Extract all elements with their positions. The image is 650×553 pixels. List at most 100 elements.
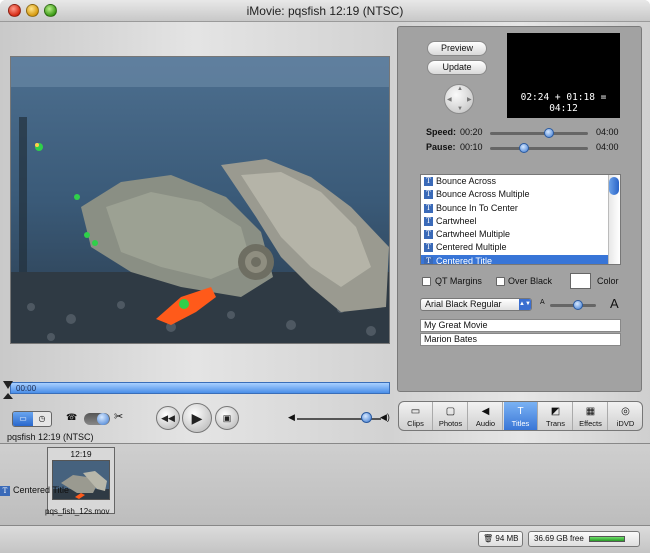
tab-label: Clips <box>407 419 424 428</box>
arrow-left-icon[interactable]: ◀ <box>447 96 452 103</box>
titles-editor-panel: Preview Update 02:24 + 01:18 = 04:12 ▲ ▼… <box>397 26 642 392</box>
title-t-icon: T <box>424 216 433 226</box>
clip-view-icon[interactable]: ▭ <box>13 412 33 426</box>
title-t-icon: T <box>424 203 433 213</box>
title-list-item-label: Bounce In To Center <box>436 202 518 213</box>
title-t-icon: T <box>424 256 433 264</box>
font-select-value: Arial Black Regular <box>425 299 502 309</box>
size-small-icon: A <box>540 299 545 306</box>
title-t-icon: T <box>424 243 433 253</box>
tab-clips[interactable]: ▭ Clips <box>399 402 433 430</box>
rewind-icon: ◀◀ <box>161 413 175 423</box>
view-mode-toggle[interactable]: ▭ ◷ <box>12 411 52 427</box>
title-list-item-label: Cartwheel Multiple <box>436 229 511 240</box>
effects-icon: ▦ <box>585 406 596 417</box>
speed-label: Speed: <box>426 127 457 137</box>
transitions-icon: ◩ <box>550 406 561 417</box>
project-label: pqsfish 12:19 (NTSC) <box>7 432 94 442</box>
rewind-button[interactable]: ◀◀ <box>156 406 180 430</box>
clip-name: pqs_fish_12s.mov <box>45 507 110 516</box>
trash-button[interactable]: 🗑 94 MB <box>478 531 523 547</box>
tab-label: Titles <box>511 419 530 428</box>
tab-label: Effects <box>579 419 602 428</box>
title-line-2-field[interactable]: Marion Bates <box>420 333 621 346</box>
audio-icon: ◀ <box>481 406 490 417</box>
title-list-item[interactable]: T Bounce Across Multiple <box>421 188 620 201</box>
title-list-item[interactable]: T Cartwheel <box>421 215 620 228</box>
list-scroll-thumb[interactable] <box>609 177 619 195</box>
list-scrollbar[interactable] <box>608 175 620 264</box>
tab-label: Trans <box>546 419 565 428</box>
play-icon: ▶ <box>191 410 203 426</box>
color-well[interactable] <box>570 273 591 289</box>
title-list-item[interactable]: T Centered Multiple <box>421 241 620 254</box>
fullscreen-play-button[interactable]: ▣ <box>215 406 239 430</box>
direction-pad[interactable]: ▲ ▼ ◀ ▶ <box>444 84 474 114</box>
volume-low-icon: ◀ <box>288 412 295 422</box>
pause-value: 00:10 <box>460 142 483 152</box>
photos-icon: ▢ <box>445 406 456 417</box>
tab-titles[interactable]: T Titles <box>504 402 538 430</box>
qt-margins-checkbox[interactable] <box>422 277 431 286</box>
tab-idvd[interactable]: ◎ iDVD <box>609 402 642 430</box>
title-t-icon: T <box>424 190 433 200</box>
title-list-item[interactable]: T Bounce Across <box>421 175 620 188</box>
title-list-item[interactable]: T Bounce In To Center <box>421 202 620 215</box>
tab-audio[interactable]: ◀ Audio <box>469 402 503 430</box>
tab-label: iDVD <box>616 419 635 428</box>
speed-row: Speed: 00:20 04:00 <box>398 126 643 140</box>
free-space-bar <box>589 536 625 542</box>
size-large-icon: A <box>610 296 619 311</box>
title-t-icon: T <box>0 486 10 496</box>
arrow-up-icon[interactable]: ▲ <box>457 86 463 92</box>
preview-button[interactable]: Preview <box>427 41 487 56</box>
title-list-item[interactable]: T Cartwheel Multiple <box>421 228 620 241</box>
titles-icon: T <box>517 406 524 417</box>
font-select[interactable]: Arial Black Regular ▲▼ <box>420 298 532 311</box>
tab-label: Photos <box>438 419 463 428</box>
speed-slider-knob[interactable] <box>543 128 554 138</box>
title-t-icon: T <box>424 177 433 186</box>
over-black-label: Over Black <box>508 276 553 286</box>
title-bar: iMovie: pqsfish 12:19 (NTSC) <box>0 0 650 22</box>
title-t-icon: T <box>424 230 433 240</box>
pause-slider-track[interactable] <box>490 147 588 150</box>
camera-mode-switch[interactable] <box>84 413 110 425</box>
tab-photos[interactable]: ▢ Photos <box>434 402 468 430</box>
preview-timecode: 02:24 + 01:18 = 04:12 <box>520 92 607 114</box>
speed-slider-track[interactable] <box>490 132 588 135</box>
title-style-list[interactable]: T Bounce Across T Bounce Across Multiple T Bo… <box>420 174 621 265</box>
scrubber-time: 00:00 <box>16 384 37 393</box>
video-monitor[interactable] <box>10 56 390 344</box>
update-button[interactable]: Update <box>427 60 487 75</box>
clip-title-text: Centered Title <box>13 485 70 495</box>
timeline-view-icon[interactable]: ◷ <box>33 412 51 426</box>
size-slider-knob[interactable] <box>573 300 583 310</box>
trash-size: 94 MB <box>495 534 519 543</box>
volume-slider-knob[interactable] <box>360 412 372 423</box>
arrow-right-icon[interactable]: ▶ <box>467 96 472 103</box>
title-list-item[interactable]: T Centered Title <box>421 254 620 264</box>
play-button[interactable]: ▶ <box>182 403 212 433</box>
window-title: iMovie: pqsfish 12:19 (NTSC) <box>246 4 404 18</box>
tab-trans[interactable]: ◩ Trans <box>539 402 573 430</box>
tab-label: Audio <box>475 419 496 428</box>
title-line-1-field[interactable]: My Great Movie <box>420 319 621 332</box>
trash-icon: 🗑 <box>483 534 494 543</box>
speed-value: 00:20 <box>460 127 483 137</box>
clip-item[interactable]: 12:19 pqs_fish_12s.mov <box>45 447 115 516</box>
playhead-top[interactable] <box>3 381 13 389</box>
arrow-down-icon[interactable]: ▼ <box>457 106 463 112</box>
tab-effects[interactable]: ▦ Effects <box>574 402 608 430</box>
pause-slider-knob[interactable] <box>519 143 530 153</box>
over-black-checkbox[interactable] <box>496 277 505 286</box>
scissors-icon[interactable]: ✂ <box>114 410 123 423</box>
qt-margins-label: QT Margins <box>435 276 482 286</box>
free-space-text: 36.69 GB free <box>534 534 584 543</box>
playhead-bottom[interactable] <box>3 393 13 399</box>
speed-max: 04:00 <box>596 127 619 137</box>
imovie-window: iMovie: pqsfish 12:19 (NTSC) Preview Upd… <box>0 0 650 553</box>
fullscreen-play-icon: ▣ <box>222 413 232 423</box>
title-preview-monitor: 02:24 + 01:18 = 04:12 <box>507 33 620 118</box>
scrubber-bar[interactable] <box>10 382 390 394</box>
